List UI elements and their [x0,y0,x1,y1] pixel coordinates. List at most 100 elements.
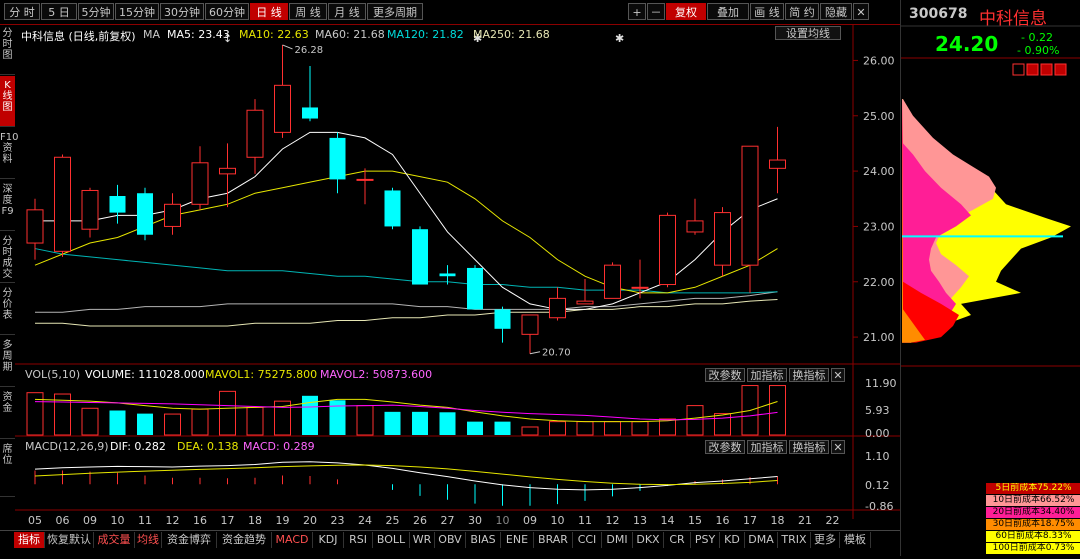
settings-ma-button[interactable]: 设置均线 [775,26,841,40]
chip-tool-icon[interactable] [1012,63,1025,76]
indicator-tab-24[interactable]: 模板 [840,532,871,548]
cost-legend-row-3: 30日前成本18.75% [986,519,1080,530]
side-tab-2[interactable]: F10资料 [0,128,18,179]
indicator-tab-11[interactable]: OBV [435,532,466,548]
indicator-tab-20[interactable]: KD [720,532,745,548]
vol-switch-indicator-button[interactable]: 换指标 [789,368,829,382]
vol-legend-2: MAVOL1: 75275.800 [205,368,318,381]
kline-chart-area[interactable]: 26.00 25.00 24.00 23.00 22.00 21.00 26.28 20.70… [15,24,900,530]
right-info-panel: 300678 中科信息 24.20 - 0.22 - 0.90% 5日前成本75… [900,0,1080,556]
period-tab-5[interactable]: 60分钟 [205,3,249,20]
price-axis-label: 25.00 [863,110,895,123]
toolbar-right-5[interactable]: 简 约 [785,3,819,20]
side-tab-4[interactable]: 分时成交 [0,232,15,283]
date-label: 14 [661,514,675,527]
side-tab-8[interactable]: 席位 [0,440,15,497]
side-tab-0[interactable]: 分时图 [0,24,15,75]
candle-body-down [302,107,318,119]
indicator-tab-18[interactable]: CR [664,532,691,548]
indicator-tab-10[interactable]: WR [410,532,435,548]
candle-body-up [576,300,594,305]
indicator-tab-19[interactable]: PSY [691,532,720,548]
date-label: 18 [771,514,785,527]
candle-body-up [769,159,786,169]
price-axis-label: 24.00 [863,165,895,178]
indicator-tab-14[interactable]: BRAR [534,532,573,548]
side-tab-5[interactable]: 分价表 [0,284,15,335]
indicator-tab-4[interactable]: 资金博弈 [162,532,217,548]
volume-bar-up [164,413,181,436]
chip-tool-icon[interactable] [1026,63,1039,76]
volume-bar-up [549,421,566,436]
period-tab-8[interactable]: 月 线 [328,3,366,20]
period-tab-6[interactable]: 日 线 [250,3,288,20]
volume-bar-up [521,426,539,436]
indicator-tabs: 指标 恢复默认 成交量 均线 资金博弈 资金趋势 MACD KDJ RSI BOLL WR OBV BI… [0,530,900,549]
toolbar-right-2[interactable]: 复权 [666,3,706,20]
macd-params-button[interactable]: 改参数 [705,440,745,454]
indicator-tab-5[interactable]: 资金趋势 [217,532,272,548]
vol-add-indicator-button[interactable]: 加指标 [747,368,787,382]
macd-switch-indicator-button[interactable]: 换指标 [789,440,829,454]
vol-params-button[interactable]: 改参数 [705,368,745,382]
volume-bar-down [109,410,126,435]
candle-body-up [246,109,264,158]
period-tab-9[interactable]: 更多周期 [367,3,423,20]
toolbar-right-0[interactable]: + [628,3,646,20]
indicator-tab-1[interactable]: 恢复默认 [45,532,94,548]
chip-tool-icon[interactable] [1040,63,1053,76]
indicator-tab-8[interactable]: RSI [344,532,373,548]
indicator-tab-21[interactable]: DMA [745,532,778,548]
volume-bar-up [769,385,786,436]
candle-body-down [137,193,153,235]
date-label: 18 [248,514,262,527]
volume-bar-up [604,421,621,436]
indicator-tab-6[interactable]: MACD [272,532,313,548]
period-tab-7[interactable]: 周 线 [289,3,327,20]
toolbar-right-3[interactable]: 叠加 [707,3,749,20]
indicator-tab-13[interactable]: ENE [501,532,534,548]
indicator-tab-16[interactable]: DMI [602,532,633,548]
indicator-tab-22[interactable]: TRIX [778,532,811,548]
vol-close-button[interactable]: ✕ [831,368,845,382]
indicator-tab-7[interactable]: KDJ [313,532,344,548]
indicator-tab-15[interactable]: CCI [573,532,602,548]
period-tab-0[interactable]: 分 时 [4,3,40,20]
volume-bar-down [467,421,483,435]
indicator-tab-23[interactable]: 更多 [811,532,840,548]
indicator-tab-17[interactable]: DKX [633,532,664,548]
candle-body-up [356,178,374,181]
toolbar-right-4[interactable]: 画 线 [750,3,784,20]
period-tab-1[interactable]: 5 日 [41,3,77,20]
side-tab-1[interactable]: K线图 [0,76,15,127]
indicator-tab-2[interactable]: 成交量 [94,532,135,548]
volume-bar-up [576,421,594,436]
period-tab-3[interactable]: 15分钟 [115,3,159,20]
side-tab-3[interactable]: 深度F9 [0,180,15,231]
macd-close-button[interactable]: ✕ [831,440,845,454]
high-marker-line [282,44,293,50]
macd-add-indicator-button[interactable]: 加指标 [747,440,787,454]
volume-bar-down [439,412,456,435]
cost-legend-row-4: 60日前成本8.33% [986,531,1080,542]
period-tab-4[interactable]: 30分钟 [160,3,204,20]
date-label: 21 [798,514,812,527]
candle-body-down [439,273,456,277]
indicator-tab-0[interactable]: 指标 [14,532,45,548]
toolbar-right-6[interactable]: 隐藏 [820,3,852,20]
price-axis-label: 23.00 [863,220,895,233]
cost-legend-row-0: 5日前成本75.22% [986,483,1080,494]
indicator-tab-9[interactable]: BOLL [373,532,410,548]
candle-body-up [631,286,649,289]
chip-tool-icon[interactable] [1054,63,1067,76]
candle-body-up [521,314,539,335]
side-tab-7[interactable]: 资金 [0,388,15,439]
candle-body-down [109,196,126,213]
side-tab-6[interactable]: 多周期 [0,336,15,387]
toolbar-right-1[interactable]: － [647,3,665,20]
indicator-tab-12[interactable]: BIAS [466,532,501,548]
period-tab-2[interactable]: 5分钟 [78,3,114,20]
macd-legend-1: DIF: 0.282 [110,440,166,453]
indicator-tab-3[interactable]: 均线 [135,532,162,548]
toolbar-right-7[interactable]: ✕ [853,3,869,20]
